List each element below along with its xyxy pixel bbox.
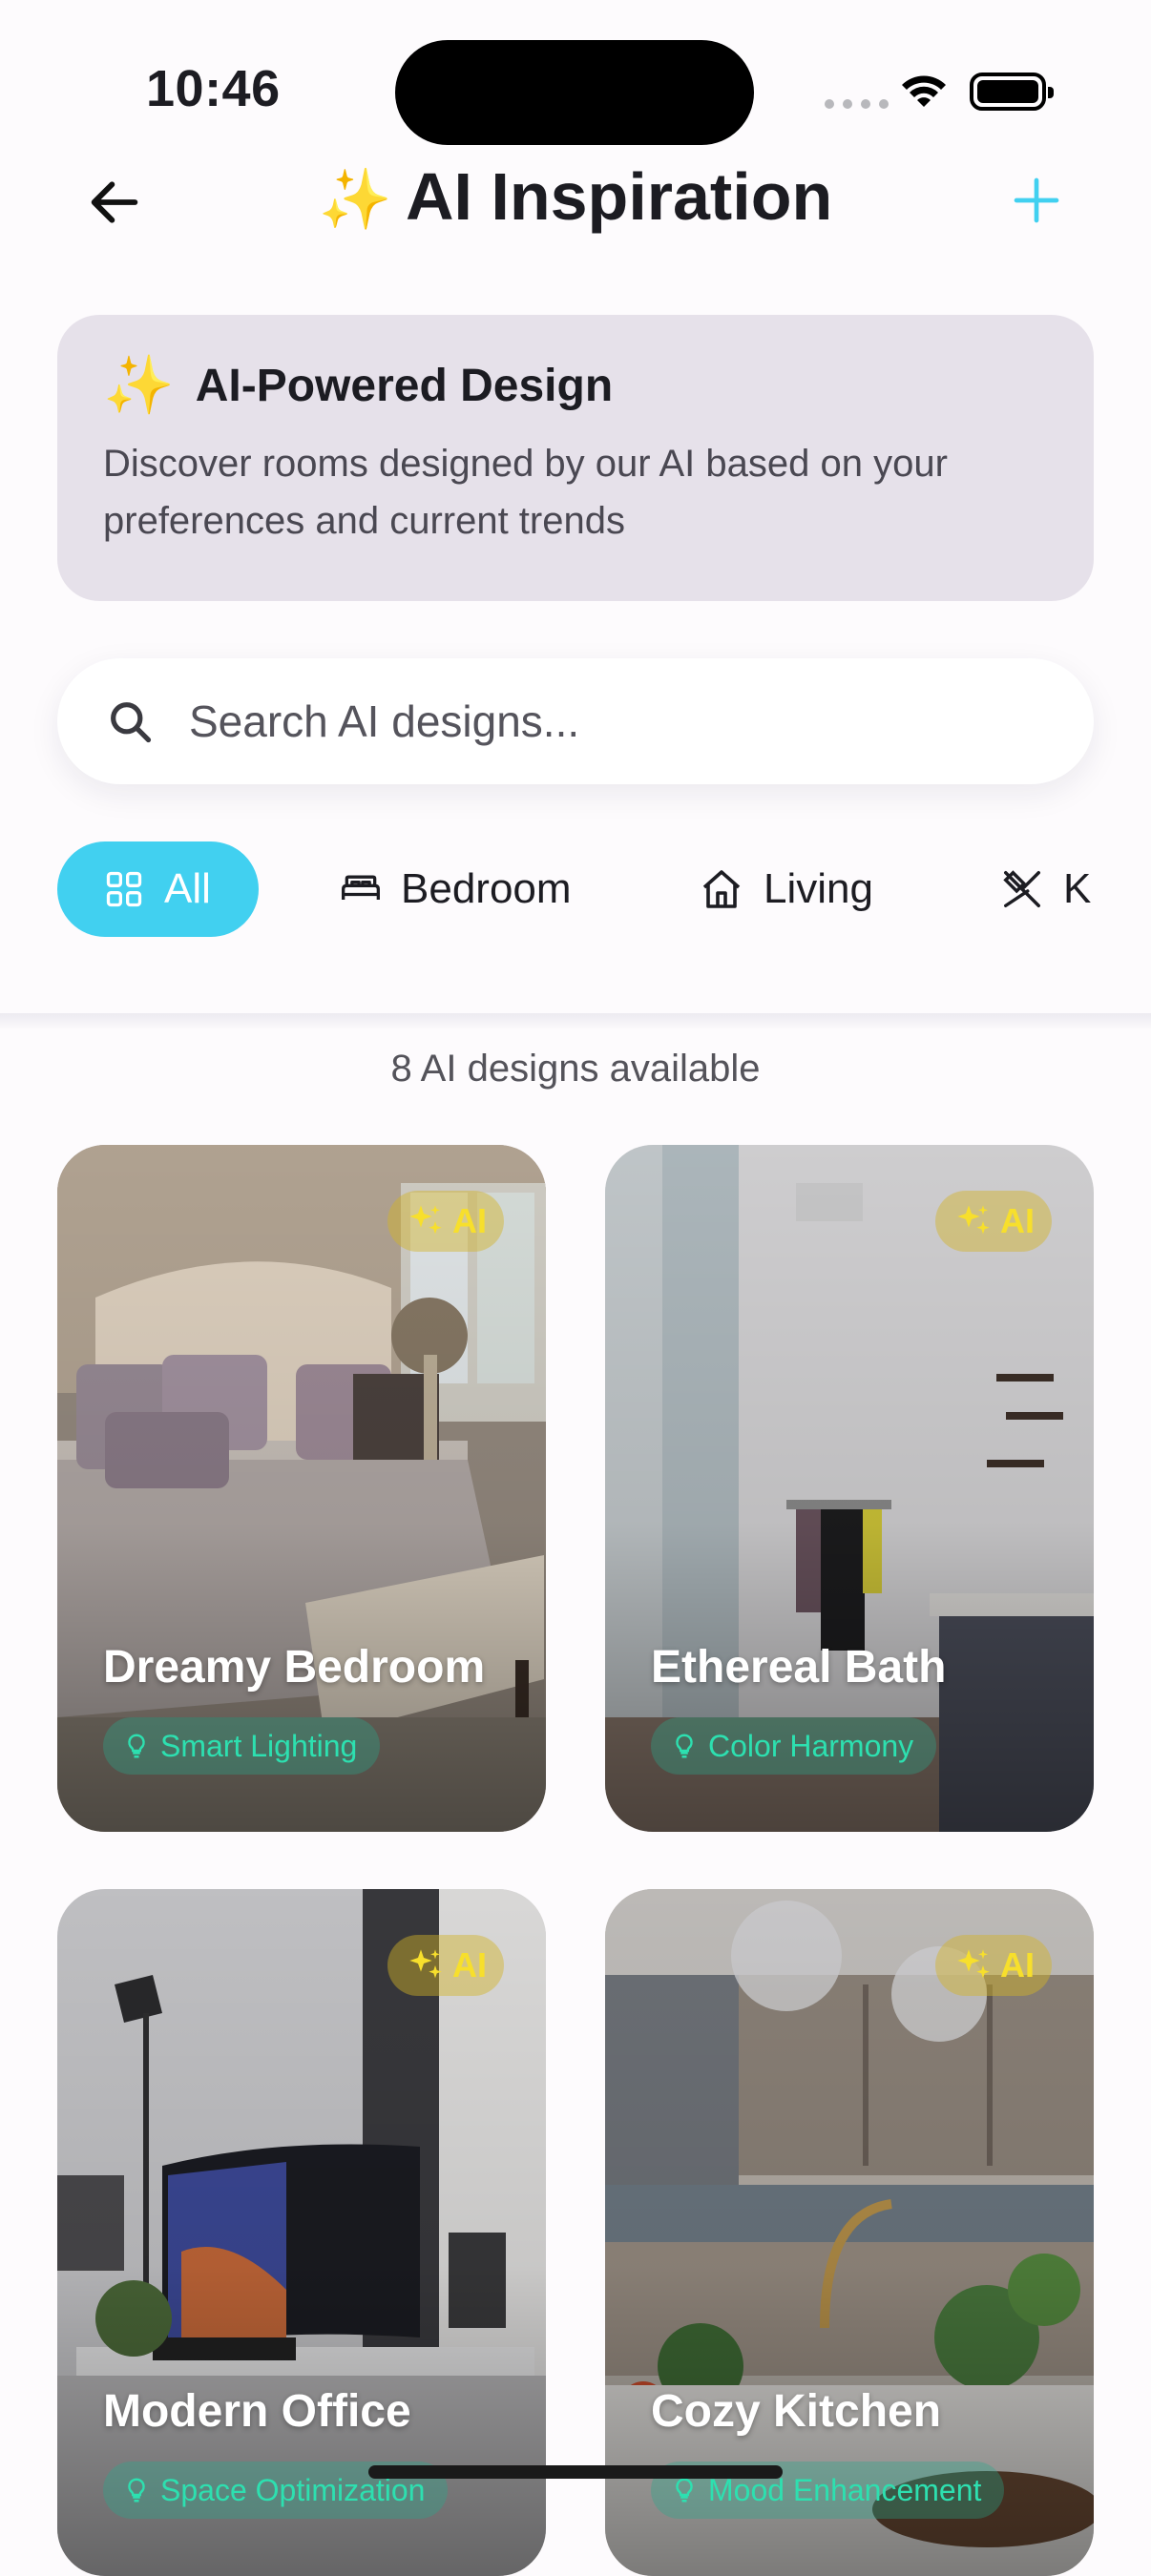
design-title: Modern Office	[103, 2386, 411, 2437]
results-count: 8 AI designs available	[390, 1048, 761, 1090]
page-title: ✨ AI Inspiration	[0, 158, 1151, 235]
ai-badge: AI	[935, 1191, 1052, 1252]
filter-chip-all[interactable]: All	[57, 841, 259, 937]
ai-badge: AI	[387, 1935, 504, 1996]
dynamic-island	[395, 40, 754, 145]
utensils-icon	[1003, 870, 1040, 907]
lightbulb-icon	[676, 1734, 693, 1758]
wifi-icon	[902, 75, 946, 107]
filter-chip-bedroom[interactable]: Bedroom	[340, 841, 572, 937]
house-icon	[702, 870, 741, 908]
feature-label: Color Harmony	[708, 1728, 914, 1763]
design-card-dreamy-bedroom[interactable]: AI Dreamy Bedroom Smart Lighting	[57, 1145, 546, 1832]
feature-tag: Smart Lighting	[103, 1717, 381, 1775]
battery-icon	[970, 73, 1054, 111]
filter-label: Living	[764, 865, 873, 912]
lightbulb-icon	[676, 2478, 693, 2503]
sparkles-icon	[409, 1205, 442, 1235]
page-title-text: AI Inspiration	[405, 159, 833, 234]
search-icon	[111, 702, 152, 743]
sparkles-icon	[957, 1949, 990, 1979]
filter-label: K	[1063, 865, 1092, 912]
status-time: 10:46	[146, 60, 281, 117]
filter-chip-living[interactable]: Living	[699, 841, 873, 937]
feature-tag: Color Harmony	[651, 1717, 937, 1775]
design-title: Ethereal Bath	[651, 1642, 947, 1693]
ai-badge-label: AI	[452, 1945, 487, 1984]
design-card-ethereal-bath[interactable]: AI Ethereal Bath Color Harmony	[605, 1145, 1094, 1832]
search-input[interactable]	[187, 695, 973, 748]
filter-label: All	[164, 865, 211, 912]
ai-badge-label: AI	[452, 1201, 487, 1240]
filter-label: Bedroom	[401, 865, 572, 912]
category-filters: All Bedroom Living K	[57, 841, 1151, 937]
add-icon[interactable]	[1010, 174, 1063, 227]
ai-card-title: AI-Powered Design	[195, 360, 614, 411]
ai-powered-card: ✨ AI-Powered Design Discover rooms desig…	[57, 315, 1094, 601]
sparkles-emoji-icon: ✨	[318, 167, 392, 233]
ai-badge-label: AI	[1000, 1945, 1035, 1984]
search-bar[interactable]	[57, 658, 1094, 784]
grid-icon	[106, 871, 142, 907]
bed-icon	[342, 875, 380, 900]
header-shadow	[0, 1013, 1151, 1030]
lightbulb-icon	[128, 2478, 145, 2503]
lightbulb-icon	[128, 1734, 145, 1758]
sparkles-icon	[957, 1205, 990, 1235]
ai-badge-label: AI	[1000, 1201, 1035, 1240]
design-title: Cozy Kitchen	[651, 2386, 942, 2437]
ai-badge: AI	[935, 1935, 1052, 1996]
ai-badge: AI	[387, 1191, 504, 1252]
home-indicator	[368, 2465, 783, 2479]
sparkles-emoji-icon: ✨	[103, 353, 175, 417]
cellular-signal-icon	[825, 99, 889, 109]
filter-chip-kitchen[interactable]: K	[1000, 841, 1091, 937]
ai-card-description: Discover rooms designed by our AI based …	[103, 443, 948, 542]
design-title: Dreamy Bedroom	[103, 1642, 486, 1693]
feature-label: Smart Lighting	[160, 1728, 358, 1763]
sparkles-icon	[409, 1949, 442, 1979]
